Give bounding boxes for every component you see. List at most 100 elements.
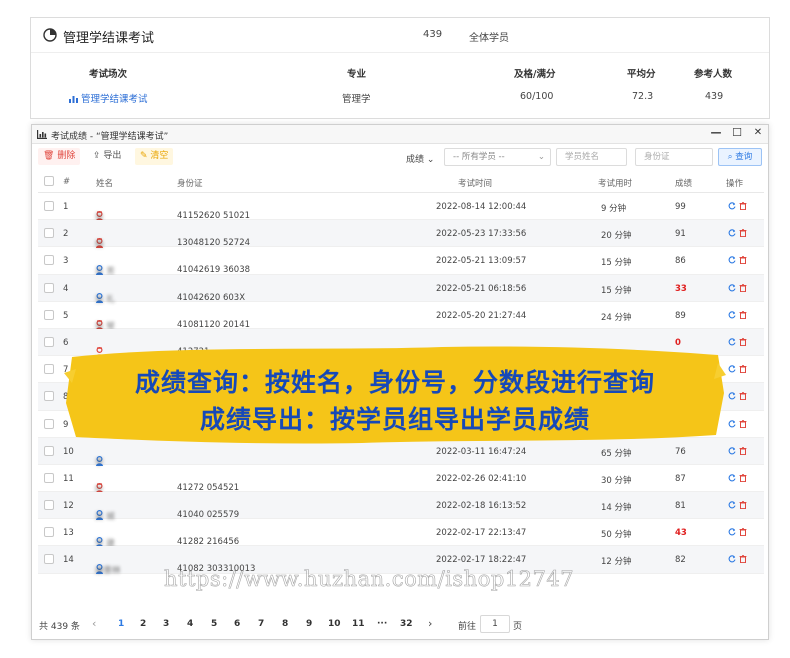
row-checkbox[interactable]: [44, 336, 54, 347]
select-all-checkbox[interactable]: [44, 176, 54, 186]
next-page-button[interactable]: ›: [428, 617, 432, 630]
page-number-button[interactable]: 3: [163, 619, 169, 629]
exam-duration: 14 分钟: [601, 503, 632, 514]
row-no: 2: [63, 229, 69, 240]
page-number-button[interactable]: 5: [211, 619, 217, 629]
refresh-icon[interactable]: [728, 311, 736, 319]
row-actions: [728, 501, 750, 511]
goto-page-input[interactable]: 1: [480, 615, 510, 633]
row-checkbox[interactable]: [44, 527, 54, 538]
row-no: 5: [63, 310, 69, 321]
refresh-icon[interactable]: [728, 365, 736, 373]
page-number-button[interactable]: 6: [234, 619, 240, 629]
trash-icon[interactable]: [739, 528, 747, 537]
exam-duration: 20 分钟: [601, 231, 632, 242]
student-name-input[interactable]: 学员姓名: [556, 148, 627, 166]
trash-icon[interactable]: [739, 446, 747, 455]
trash-icon[interactable]: [739, 501, 747, 510]
refresh-icon[interactable]: [728, 338, 736, 346]
row-checkbox[interactable]: [44, 255, 54, 266]
row-checkbox[interactable]: [44, 500, 54, 511]
page-number-button[interactable]: ···: [377, 619, 387, 629]
refresh-icon[interactable]: [728, 392, 736, 400]
pass-full-value: 60/100: [520, 91, 554, 102]
exam-session-link[interactable]: 管理学结课考试: [69, 91, 148, 105]
page-number-button[interactable]: 32: [400, 619, 413, 629]
student-name-text: 康景林: [95, 566, 121, 577]
refresh-icon[interactable]: [728, 474, 736, 482]
exam-score: 86: [675, 256, 686, 267]
promo-banner: 成绩查询：按姓名，身份号，分数段进行查询 成绩导出：按学员组导出学员成绩: [62, 343, 728, 447]
row-checkbox[interactable]: [44, 554, 54, 565]
refresh-icon[interactable]: [728, 555, 736, 563]
refresh-icon[interactable]: [728, 501, 736, 509]
exam-duration: 30 分钟: [601, 475, 632, 486]
average-value: 72.3: [632, 91, 654, 102]
bar-chart-icon: [69, 96, 78, 103]
exam-time: 2022-03-11 16:47:24: [436, 446, 527, 457]
exam-duration: 65 分钟: [601, 448, 632, 459]
page-number-button[interactable]: 10: [328, 619, 341, 629]
refresh-icon[interactable]: [728, 447, 736, 455]
id-card-input[interactable]: 身份证: [635, 148, 713, 166]
row-checkbox[interactable]: [44, 472, 54, 483]
page-number-button[interactable]: 7: [258, 619, 264, 629]
row-checkbox[interactable]: [44, 445, 54, 456]
trash-icon[interactable]: [739, 419, 747, 428]
row-actions: [728, 474, 750, 484]
row-actions: [728, 365, 750, 375]
exam-duration: 15 分钟: [601, 285, 632, 296]
refresh-icon[interactable]: [728, 256, 736, 264]
trash-icon[interactable]: [739, 365, 747, 374]
page-number-button[interactable]: 8: [282, 619, 288, 629]
minimize-button[interactable]: —: [708, 126, 724, 139]
participants-value: 439: [705, 91, 724, 102]
table-row: 2 杨 13048120 52724 2022-05-23 17:33:56 20 分钟…: [38, 220, 764, 250]
page-number-button[interactable]: 4: [187, 619, 193, 629]
query-button[interactable]: ⌕ 查询: [718, 148, 762, 166]
row-checkbox[interactable]: [44, 364, 54, 375]
exam-score: 87: [675, 473, 686, 484]
trash-icon[interactable]: [739, 202, 747, 210]
score-filter-dropdown[interactable]: 成绩 ⌄: [406, 152, 434, 165]
clear-button[interactable]: ✎ 清空: [135, 148, 174, 165]
clear-icon: ✎: [140, 151, 148, 161]
trash-icon[interactable]: [739, 256, 747, 265]
refresh-icon[interactable]: [728, 229, 736, 237]
trash-icon[interactable]: [739, 555, 747, 564]
row-checkbox[interactable]: [44, 309, 54, 320]
row-checkbox[interactable]: [44, 201, 54, 211]
trash-icon[interactable]: [739, 338, 747, 346]
page-number-button[interactable]: 11: [352, 619, 365, 629]
export-button[interactable]: ⇪ 导出: [88, 148, 126, 165]
exam-time: 2022-02-26 02:41:10: [436, 473, 527, 484]
maximize-button[interactable]: ☐: [729, 126, 745, 139]
page-number-button[interactable]: 1: [118, 619, 124, 629]
exam-score: 81: [675, 501, 686, 512]
page-number-button[interactable]: 9: [306, 619, 312, 629]
row-no: 3: [63, 256, 69, 267]
row-checkbox[interactable]: [44, 228, 54, 239]
trash-icon[interactable]: [739, 474, 747, 482]
row-checkbox[interactable]: [44, 282, 54, 293]
trash-icon[interactable]: [739, 392, 747, 401]
row-no: 13: [63, 528, 74, 539]
refresh-icon[interactable]: [728, 419, 736, 428]
row-checkbox[interactable]: [44, 391, 54, 402]
page-number-button[interactable]: 2: [140, 619, 146, 629]
prev-page-button[interactable]: ‹: [92, 617, 96, 630]
trash-icon[interactable]: [739, 283, 747, 292]
refresh-icon[interactable]: [728, 528, 736, 536]
refresh-icon[interactable]: [728, 283, 736, 292]
delete-button[interactable]: 🗑 删除: [38, 148, 81, 165]
close-button[interactable]: ✕: [750, 127, 766, 138]
refresh-icon[interactable]: [728, 202, 736, 210]
student-group-select[interactable]: -- 所有学员 -- ⌄: [444, 148, 551, 166]
row-checkbox[interactable]: [44, 418, 54, 429]
row-actions: [728, 256, 750, 266]
major-value: 管理学: [342, 94, 371, 105]
window-titlebar[interactable]: 考试成绩 - “管理学结课考试” — ☐ ✕: [32, 125, 768, 144]
trash-icon[interactable]: [739, 229, 747, 238]
header-score: 成绩: [675, 179, 693, 189]
trash-icon[interactable]: [739, 310, 747, 319]
